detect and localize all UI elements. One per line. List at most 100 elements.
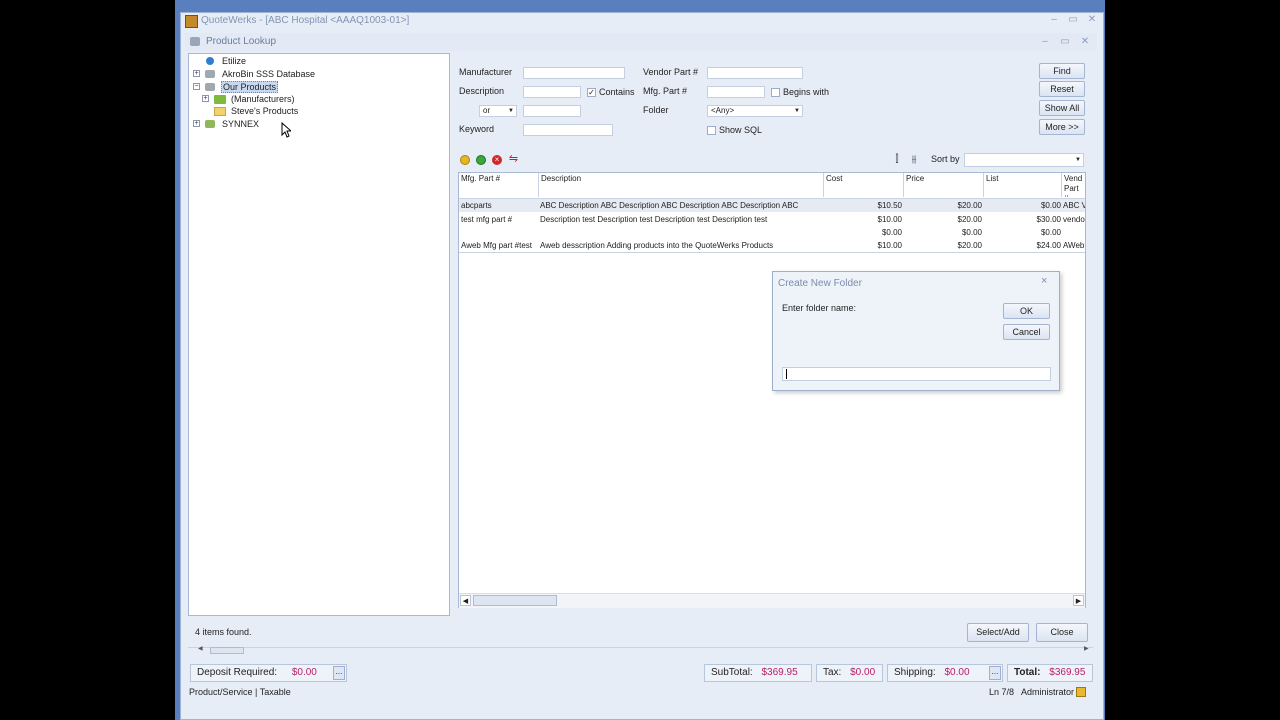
table-row[interactable]: Aweb Mfg part #test Aweb desscription Ad… xyxy=(459,239,1085,253)
app-title-bar: QuoteWerks - [ABC Hospital <AAAQ1003-01>… xyxy=(181,13,1103,29)
ok-button[interactable]: OK xyxy=(1003,303,1050,319)
collapse-icon[interactable]: − xyxy=(193,83,200,90)
find-button[interactable]: Find xyxy=(1039,63,1085,79)
horizontal-scrollbar[interactable]: ◀ ▶ xyxy=(459,593,1085,608)
table-row[interactable]: test mfg part # Description test Descrip… xyxy=(459,213,1085,226)
vendor-part-input[interactable] xyxy=(707,67,803,79)
shipping-more-button[interactable]: ... xyxy=(989,666,1001,680)
total-value: $369.95 xyxy=(1049,667,1086,678)
deposit-label: Deposit Required: xyxy=(197,667,278,678)
create-folder-title: Create New Folder xyxy=(778,278,862,289)
database-icon xyxy=(205,83,215,91)
mouse-cursor-icon xyxy=(281,122,291,138)
mfg-part-input[interactable] xyxy=(707,86,765,98)
scroll-right-icon[interactable]: ▶ xyxy=(1073,595,1084,606)
table-row[interactable]: abcparts ABC Description ABC Description… xyxy=(459,199,1085,212)
begins-with-label: Begins with xyxy=(783,87,830,97)
deposit-value: $0.00 xyxy=(291,667,317,678)
mfg-part-label: Mfg. Part # xyxy=(643,86,688,96)
items-found-status: 4 items found. xyxy=(195,627,252,637)
folder-select[interactable]: <Any> ▼ xyxy=(707,105,803,117)
scrollbar-thumb[interactable] xyxy=(473,595,557,606)
chevron-down-icon: ▼ xyxy=(794,108,800,114)
yellow-status-icon[interactable] xyxy=(460,155,470,165)
or-select[interactable]: or ▼ xyxy=(479,105,517,117)
manufacturer-input[interactable] xyxy=(523,67,625,79)
description-label: Description xyxy=(459,86,505,96)
grid-header: Mfg. Part # Description Cost Price List … xyxy=(459,173,1085,199)
dialog-minimize-button[interactable]: – xyxy=(1038,36,1052,48)
column-header-vend-part[interactable]: Vend Part # xyxy=(1062,173,1085,197)
description-input-2[interactable] xyxy=(523,105,581,117)
tax-box: Tax: $0.00 xyxy=(816,664,883,682)
delete-icon[interactable]: × xyxy=(492,155,502,165)
create-folder-dialog: Create New Folder × Enter folder name: O… xyxy=(772,271,1060,391)
subtotal-value: $369.95 xyxy=(761,667,798,678)
database-icon xyxy=(205,70,215,78)
column-chooser-icon[interactable]: ⫿ xyxy=(891,154,903,166)
expand-icon[interactable]: + xyxy=(193,120,200,127)
scrollbar-thumb[interactable] xyxy=(210,647,244,654)
sort-by-label: Sort by xyxy=(931,154,960,164)
search-criteria-panel: Manufacturer Description ✓ Contains or ▼… xyxy=(453,53,1093,143)
column-header-price[interactable]: Price xyxy=(904,173,984,197)
contains-label: Contains xyxy=(599,87,635,97)
scroll-left-icon[interactable]: ◀ xyxy=(460,595,471,606)
chevron-down-icon: ▼ xyxy=(508,108,514,114)
close-window-button[interactable]: ✕ xyxy=(1085,14,1099,26)
cancel-button[interactable]: Cancel xyxy=(1003,324,1050,340)
folder-name-input[interactable] xyxy=(782,367,1051,381)
select-add-button[interactable]: Select/Add xyxy=(967,623,1029,642)
add-icon[interactable] xyxy=(476,155,486,165)
dialog-close-button[interactable]: ✕ xyxy=(1078,36,1092,48)
begins-with-checkbox[interactable] xyxy=(771,88,780,97)
folder-group-icon xyxy=(214,95,226,104)
more-button[interactable]: More >> xyxy=(1039,119,1085,135)
minimize-window-button[interactable]: – xyxy=(1047,14,1061,26)
description-input[interactable] xyxy=(523,86,581,98)
remove-columns-icon[interactable]: ⇋ xyxy=(508,154,519,165)
tax-value: $0.00 xyxy=(850,667,876,678)
splitter[interactable]: ◀ ▶ xyxy=(188,645,1093,656)
reset-button[interactable]: Reset xyxy=(1039,81,1085,97)
status-user: Administrator xyxy=(1021,687,1075,697)
deposit-more-button[interactable]: ... xyxy=(333,666,345,680)
status-item-type: Product/Service | Taxable xyxy=(189,687,291,697)
scroll-right-icon[interactable]: ▶ xyxy=(1084,645,1089,652)
save-icon[interactable] xyxy=(1076,687,1086,697)
database-tree-pane: Etilize + AkroBin SSS Database − Our Pro… xyxy=(188,53,450,616)
contains-checkbox[interactable]: ✓ xyxy=(587,88,596,97)
show-all-button[interactable]: Show All xyxy=(1039,100,1085,116)
column-header-description[interactable]: Description xyxy=(539,173,824,197)
folder-label: Folder xyxy=(643,105,669,115)
keyword-input[interactable] xyxy=(523,124,613,136)
column-header-mfg-part[interactable]: Mfg. Part # xyxy=(459,173,539,197)
status-line-position: Ln 7/8 xyxy=(989,687,1015,697)
text-caret xyxy=(786,369,787,379)
close-button[interactable]: Close xyxy=(1036,623,1088,642)
results-toolbar: × ⇋ ⫿ ⫵ Sort by ▼ xyxy=(453,151,1093,171)
dialog-title: Product Lookup xyxy=(206,36,277,47)
dialog-maximize-button[interactable]: ▭ xyxy=(1058,36,1072,48)
shipping-value: $0.00 xyxy=(944,667,970,678)
expand-icon[interactable]: + xyxy=(193,70,200,77)
show-sql-label: Show SQL xyxy=(719,125,763,135)
show-sql-checkbox[interactable] xyxy=(707,126,716,135)
column-header-cost[interactable]: Cost xyxy=(824,173,904,197)
manufacturer-label: Manufacturer xyxy=(459,67,513,77)
table-row[interactable]: $0.00 $0.00 $0.00 xyxy=(459,226,1085,239)
database-icon xyxy=(205,120,215,128)
close-icon[interactable]: × xyxy=(1041,275,1047,287)
expand-icon[interactable]: + xyxy=(202,95,209,102)
column-header-list[interactable]: List xyxy=(984,173,1062,197)
sort-by-select[interactable]: ▼ xyxy=(964,153,1084,167)
globe-icon xyxy=(206,57,214,65)
product-box-icon xyxy=(190,37,200,46)
total-box: Total: $369.95 xyxy=(1007,664,1093,682)
quotewerks-window: QuoteWerks - [ABC Hospital <AAAQ1003-01>… xyxy=(180,12,1104,720)
shipping-box: Shipping: $0.00 ... xyxy=(887,664,1003,682)
column-resize-icon[interactable]: ⫵ xyxy=(908,154,920,166)
maximize-window-button[interactable]: ▭ xyxy=(1066,14,1080,26)
scroll-left-icon[interactable]: ◀ xyxy=(198,645,203,652)
deposit-required-box: Deposit Required: $0.00 ... xyxy=(190,664,347,682)
